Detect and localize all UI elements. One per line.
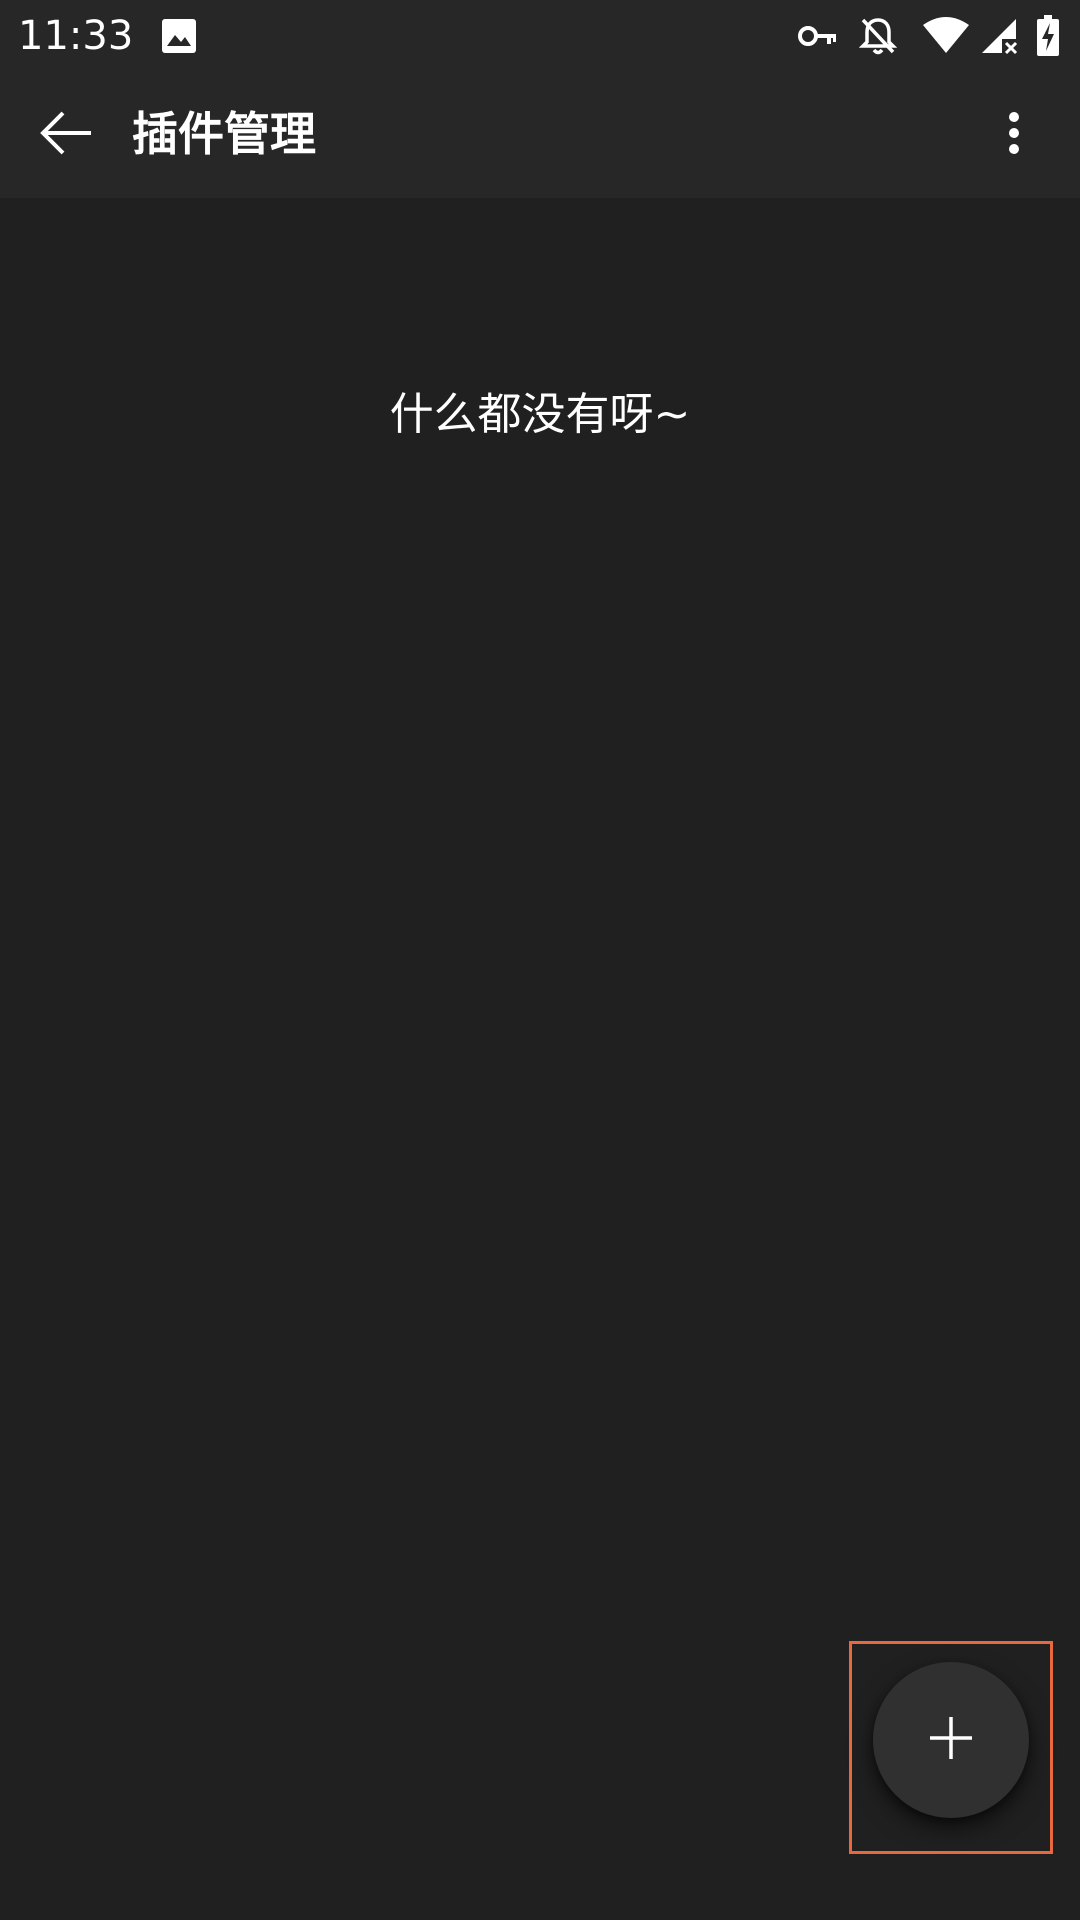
page-title: 插件管理 [132, 107, 316, 161]
wifi-icon [921, 14, 971, 58]
status-bar: 11:33 [0, 0, 1080, 72]
battery-charging-icon [1034, 14, 1062, 58]
overflow-menu-button[interactable] [972, 93, 1056, 177]
plugin-management-screen: 11:33 插件管理 什么都没有呀~ [0, 0, 1080, 1920]
notifications-off-icon [858, 14, 898, 58]
back-button[interactable] [24, 93, 108, 177]
signal-no-data-icon [979, 14, 1019, 58]
vpn-key-icon [797, 14, 839, 58]
status-time: 11:33 [18, 13, 134, 59]
empty-state-message: 什么都没有呀~ [389, 389, 691, 440]
arrow-back-icon [39, 111, 93, 159]
image-icon [160, 14, 198, 58]
target-highlight-box [849, 1641, 1053, 1854]
more-vert-icon [1008, 111, 1020, 159]
app-bar: 插件管理 [0, 72, 1080, 198]
